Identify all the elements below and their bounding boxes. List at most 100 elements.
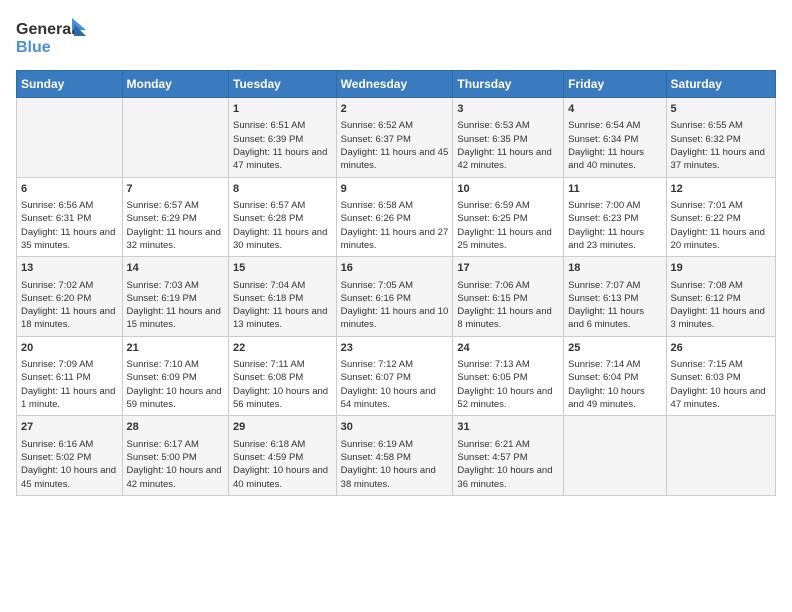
week-row: 6Sunrise: 6:56 AM Sunset: 6:31 PM Daylig… (17, 177, 776, 257)
cell-content: Sunrise: 6:59 AM Sunset: 6:25 PM Dayligh… (457, 199, 559, 252)
calendar-cell: 25Sunrise: 7:14 AM Sunset: 6:04 PM Dayli… (564, 336, 666, 416)
cell-content: Sunrise: 7:01 AM Sunset: 6:22 PM Dayligh… (671, 199, 771, 252)
calendar-cell: 14 Sunrise: 7:03 AM Sunset: 6:19 PM Dayli… (122, 257, 228, 337)
cell-content: Sunrise: 7:12 AM Sunset: 6:07 PM Dayligh… (341, 358, 449, 411)
calendar-cell: 29 Sunrise: 6:18 AM Sunset: 4:59 PM Dayli… (229, 416, 337, 496)
cell-content: Sunrise: 6:19 AM Sunset: 4:58 PM Dayligh… (341, 438, 449, 491)
day-number: 30 (341, 420, 449, 435)
day-number: 31 (457, 420, 559, 435)
calendar-cell: 30 Sunrise: 6:19 AM Sunset: 4:58 PM Dayli… (336, 416, 453, 496)
header-cell-monday: Monday (122, 71, 228, 98)
cell-content: Sunrise: 7:04 AM Sunset: 6:18 PM Dayligh… (233, 279, 332, 332)
cell-content: Sunrise: 6:54 AM Sunset: 6:34 PM Dayligh… (568, 119, 661, 172)
calendar-cell: 16 Sunrise: 7:05 AM Sunset: 6:16 PM Dayli… (336, 257, 453, 337)
calendar-table: SundayMondayTuesdayWednesdayThursdayFrid… (16, 70, 776, 496)
day-number: 3 (457, 102, 559, 117)
calendar-cell: 26 Sunrise: 7:15 AM Sunset: 6:03 PM Dayli… (666, 336, 775, 416)
day-number: 4 (568, 102, 661, 117)
cell-content: Sunrise: 6:58 AM Sunset: 6:26 PM Dayligh… (341, 199, 449, 252)
day-number: 28 (127, 420, 224, 435)
calendar-body: 1Sunrise: 6:51 AM Sunset: 6:39 PM Daylig… (17, 98, 776, 496)
header-cell-tuesday: Tuesday (229, 71, 337, 98)
svg-text:Blue: Blue (16, 39, 51, 56)
cell-content: Sunrise: 7:02 AM Sunset: 6:20 PM Dayligh… (21, 279, 118, 332)
day-number: 16 (341, 261, 449, 276)
day-number: 5 (671, 102, 771, 117)
day-number: 22 (233, 341, 332, 356)
day-number: 23 (341, 341, 449, 356)
calendar-cell: 18Sunrise: 7:07 AM Sunset: 6:13 PM Dayli… (564, 257, 666, 337)
calendar-cell: 12 Sunrise: 7:01 AM Sunset: 6:22 PM Dayli… (666, 177, 775, 257)
calendar-cell: 1Sunrise: 6:51 AM Sunset: 6:39 PM Daylig… (229, 98, 337, 178)
calendar-cell: 5 Sunrise: 6:55 AM Sunset: 6:32 PM Daylig… (666, 98, 775, 178)
calendar-cell (564, 416, 666, 496)
day-number: 21 (127, 341, 224, 356)
header-cell-wednesday: Wednesday (336, 71, 453, 98)
cell-content: Sunrise: 6:57 AM Sunset: 6:28 PM Dayligh… (233, 199, 332, 252)
header-cell-friday: Friday (564, 71, 666, 98)
day-number: 24 (457, 341, 559, 356)
cell-content: Sunrise: 7:15 AM Sunset: 6:03 PM Dayligh… (671, 358, 771, 411)
cell-content: Sunrise: 6:51 AM Sunset: 6:39 PM Dayligh… (233, 119, 332, 172)
calendar-cell: 9 Sunrise: 6:58 AM Sunset: 6:26 PM Daylig… (336, 177, 453, 257)
calendar-cell: 2Sunrise: 6:52 AM Sunset: 6:37 PM Daylig… (336, 98, 453, 178)
page-header: GeneralBlue (16, 16, 776, 58)
day-number: 18 (568, 261, 661, 276)
calendar-cell: 28Sunrise: 6:17 AM Sunset: 5:00 PM Dayli… (122, 416, 228, 496)
logo: GeneralBlue (16, 16, 86, 58)
day-number: 10 (457, 182, 559, 197)
day-number: 11 (568, 182, 661, 197)
calendar-cell: 21 Sunrise: 7:10 AM Sunset: 6:09 PM Dayli… (122, 336, 228, 416)
cell-content: Sunrise: 7:10 AM Sunset: 6:09 PM Dayligh… (127, 358, 224, 411)
cell-content: Sunrise: 6:21 AM Sunset: 4:57 PM Dayligh… (457, 438, 559, 491)
day-number: 12 (671, 182, 771, 197)
week-row: 27 Sunrise: 6:16 AM Sunset: 5:02 PM Dayli… (17, 416, 776, 496)
cell-content: Sunrise: 7:03 AM Sunset: 6:19 PM Dayligh… (127, 279, 224, 332)
cell-content: Sunrise: 6:55 AM Sunset: 6:32 PM Dayligh… (671, 119, 771, 172)
day-number: 8 (233, 182, 332, 197)
svg-text:General: General (16, 21, 76, 38)
calendar-cell: 23 Sunrise: 7:12 AM Sunset: 6:07 PM Dayli… (336, 336, 453, 416)
calendar-cell: 19 Sunrise: 7:08 AM Sunset: 6:12 PM Dayli… (666, 257, 775, 337)
calendar-cell: 22 Sunrise: 7:11 AM Sunset: 6:08 PM Dayli… (229, 336, 337, 416)
day-number: 25 (568, 341, 661, 356)
day-number: 9 (341, 182, 449, 197)
cell-content: Sunrise: 7:11 AM Sunset: 6:08 PM Dayligh… (233, 358, 332, 411)
calendar-cell: 7Sunrise: 6:57 AM Sunset: 6:29 PM Daylig… (122, 177, 228, 257)
day-number: 15 (233, 261, 332, 276)
week-row: 20 Sunrise: 7:09 AM Sunset: 6:11 PM Dayli… (17, 336, 776, 416)
day-number: 27 (21, 420, 118, 435)
header-cell-sunday: Sunday (17, 71, 123, 98)
day-number: 19 (671, 261, 771, 276)
calendar-cell: 11 Sunrise: 7:00 AM Sunset: 6:23 PM Dayli… (564, 177, 666, 257)
calendar-cell (666, 416, 775, 496)
header-cell-thursday: Thursday (453, 71, 564, 98)
day-number: 26 (671, 341, 771, 356)
calendar-cell: 17Sunrise: 7:06 AM Sunset: 6:15 PM Dayli… (453, 257, 564, 337)
cell-content: Sunrise: 7:05 AM Sunset: 6:16 PM Dayligh… (341, 279, 449, 332)
week-row: 13Sunrise: 7:02 AM Sunset: 6:20 PM Dayli… (17, 257, 776, 337)
cell-content: Sunrise: 6:16 AM Sunset: 5:02 PM Dayligh… (21, 438, 118, 491)
cell-content: Sunrise: 7:09 AM Sunset: 6:11 PM Dayligh… (21, 358, 118, 411)
day-number: 20 (21, 341, 118, 356)
cell-content: Sunrise: 7:00 AM Sunset: 6:23 PM Dayligh… (568, 199, 661, 252)
calendar-cell (17, 98, 123, 178)
cell-content: Sunrise: 7:08 AM Sunset: 6:12 PM Dayligh… (671, 279, 771, 332)
calendar-cell: 24Sunrise: 7:13 AM Sunset: 6:05 PM Dayli… (453, 336, 564, 416)
calendar-cell: 27 Sunrise: 6:16 AM Sunset: 5:02 PM Dayli… (17, 416, 123, 496)
day-number: 14 (127, 261, 224, 276)
calendar-cell (122, 98, 228, 178)
week-row: 1Sunrise: 6:51 AM Sunset: 6:39 PM Daylig… (17, 98, 776, 178)
calendar-cell: 10 Sunrise: 6:59 AM Sunset: 6:25 PM Dayli… (453, 177, 564, 257)
cell-content: Sunrise: 6:18 AM Sunset: 4:59 PM Dayligh… (233, 438, 332, 491)
calendar-cell: 13Sunrise: 7:02 AM Sunset: 6:20 PM Dayli… (17, 257, 123, 337)
calendar-cell: 6Sunrise: 6:56 AM Sunset: 6:31 PM Daylig… (17, 177, 123, 257)
calendar-cell: 20 Sunrise: 7:09 AM Sunset: 6:11 PM Dayli… (17, 336, 123, 416)
header-row: SundayMondayTuesdayWednesdayThursdayFrid… (17, 71, 776, 98)
calendar-cell: 3Sunrise: 6:53 AM Sunset: 6:35 PM Daylig… (453, 98, 564, 178)
cell-content: Sunrise: 6:52 AM Sunset: 6:37 PM Dayligh… (341, 119, 449, 172)
cell-content: Sunrise: 6:56 AM Sunset: 6:31 PM Dayligh… (21, 199, 118, 252)
calendar-header: SundayMondayTuesdayWednesdayThursdayFrid… (17, 71, 776, 98)
day-number: 29 (233, 420, 332, 435)
cell-content: Sunrise: 6:57 AM Sunset: 6:29 PM Dayligh… (127, 199, 224, 252)
